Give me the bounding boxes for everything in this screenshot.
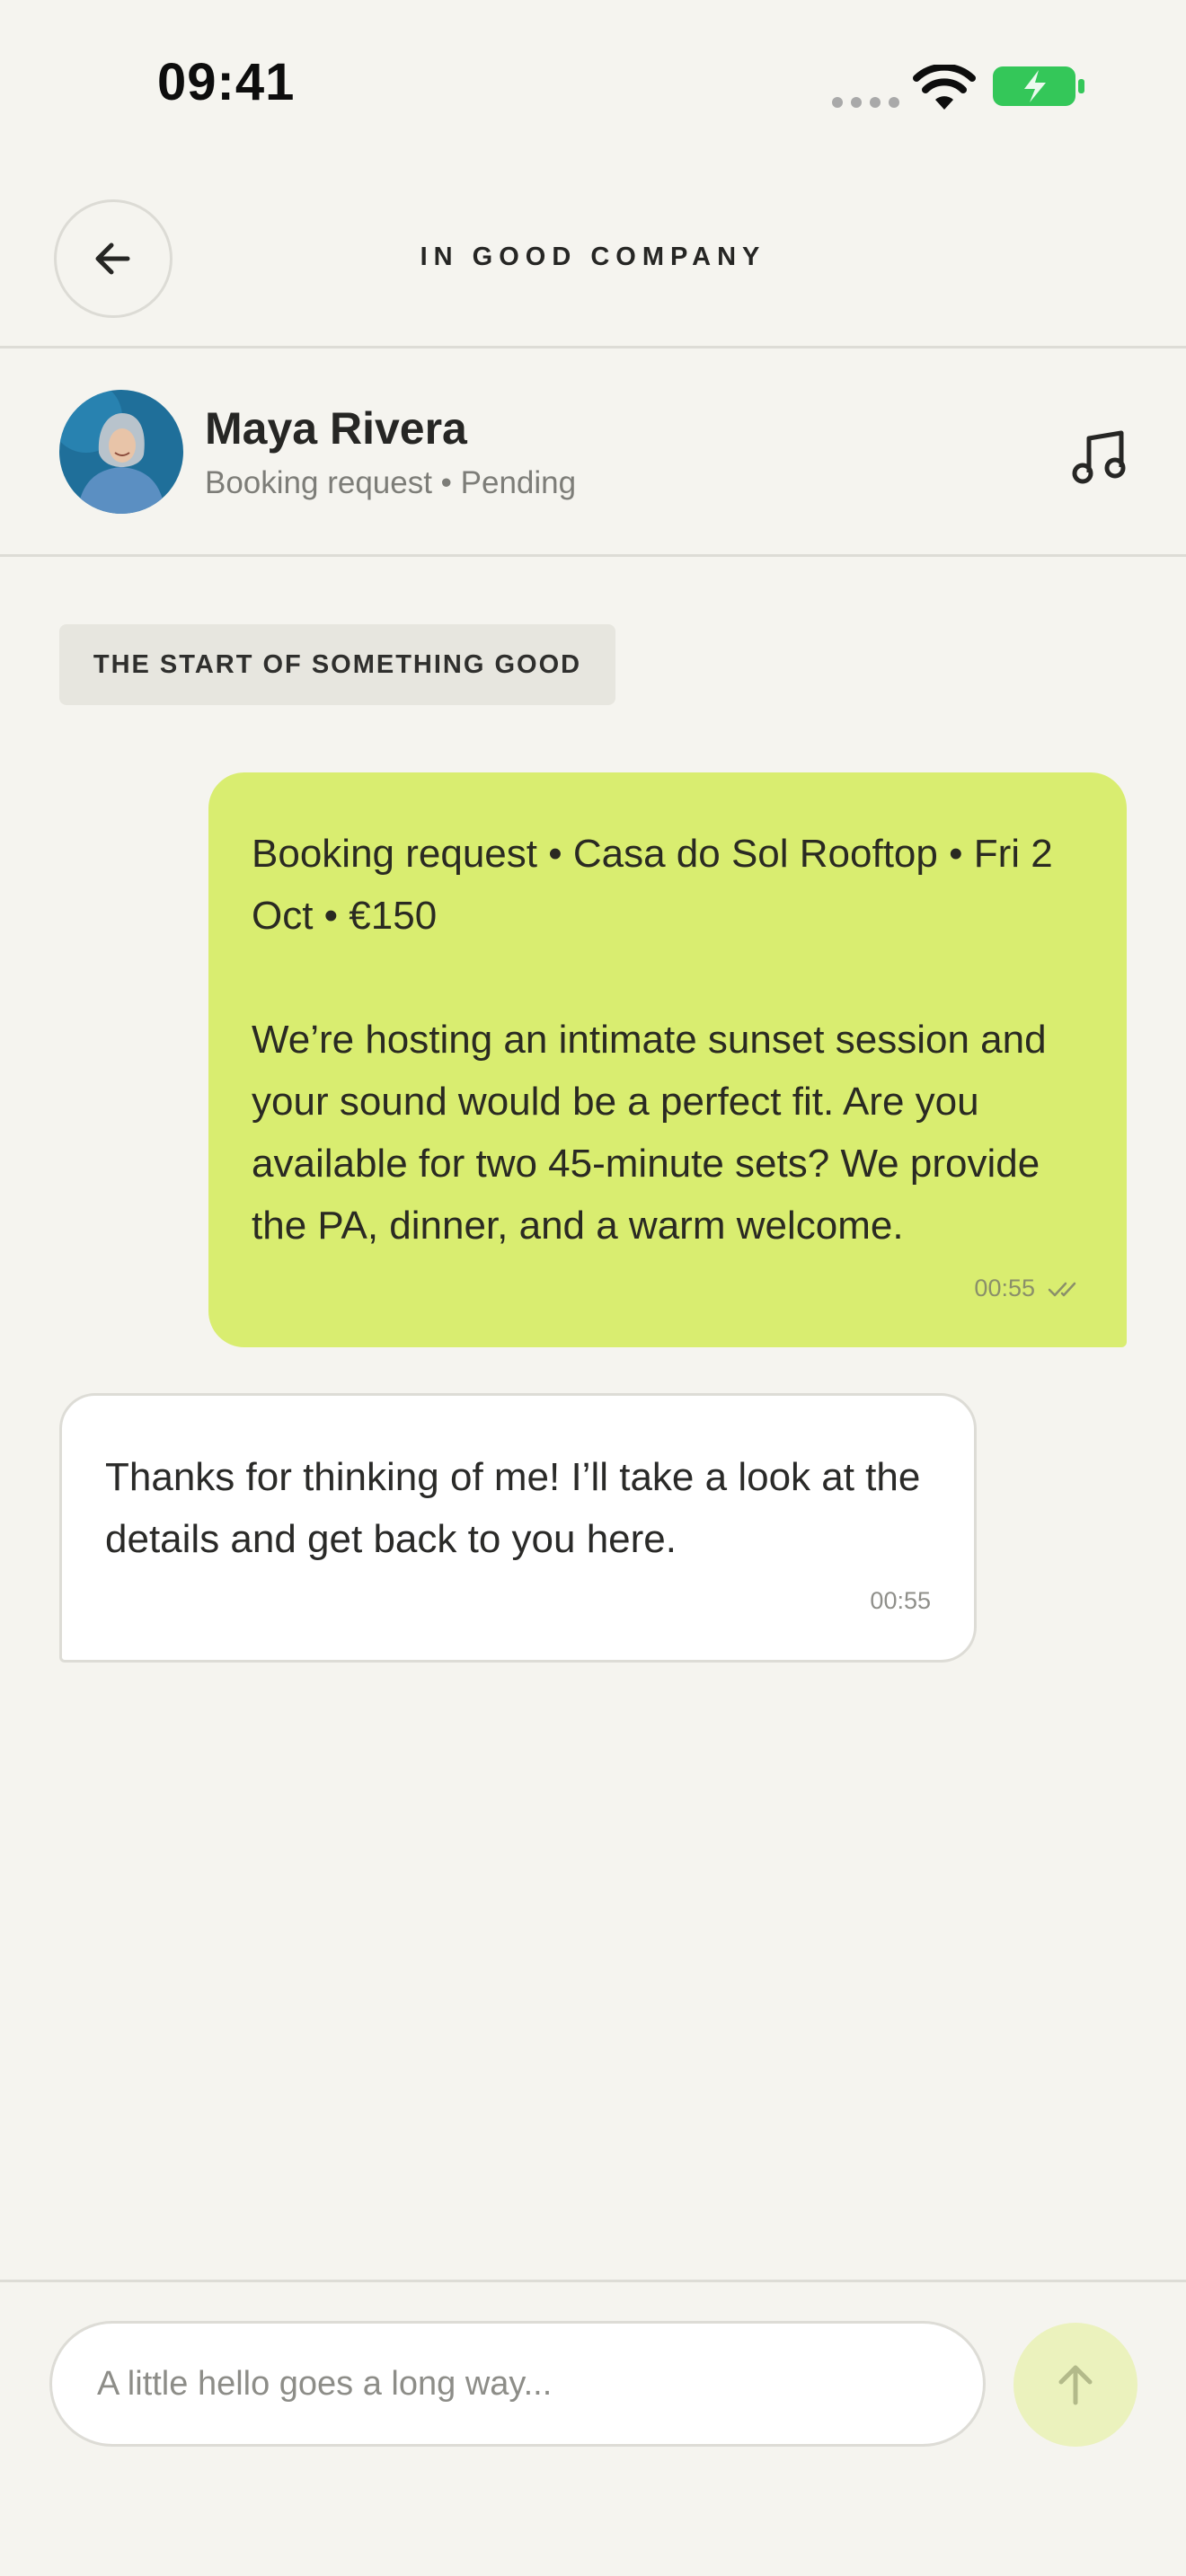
cellular-dots-icon — [832, 97, 899, 108]
incoming-message[interactable]: Thanks for thinking of me! I’ll take a l… — [59, 1393, 977, 1663]
app-title: IN GOOD COMPANY — [420, 243, 766, 271]
music-note-icon[interactable] — [1069, 426, 1130, 487]
status-time: 09:41 — [157, 53, 296, 111]
message-text: Thanks for thinking of me! I’ll take a l… — [105, 1455, 921, 1561]
avatar[interactable] — [59, 390, 183, 514]
composer — [0, 2280, 1186, 2576]
double-check-icon — [1048, 1282, 1076, 1296]
message-text: Booking request • Casa do Sol Rooftop • … — [252, 832, 1053, 1248]
message-meta: 00:55 — [974, 1275, 1084, 1302]
send-button[interactable] — [1013, 2323, 1137, 2447]
contact-header: Maya Rivera Booking request • Pending — [0, 348, 1186, 557]
wifi-icon — [913, 65, 976, 110]
message-time: 00:55 — [974, 1275, 1035, 1301]
outgoing-message[interactable]: Booking request • Casa do Sol Rooftop • … — [208, 772, 1127, 1347]
app-header: IN GOOD COMPANY — [0, 171, 1186, 348]
status-bar: 09:41 — [0, 0, 1186, 171]
chat-area[interactable]: THE START OF SOMETHING GOOD Booking requ… — [0, 560, 1186, 2280]
message-input[interactable] — [49, 2321, 986, 2447]
arrow-up-icon — [1058, 2365, 1093, 2405]
message-time: 00:55 — [870, 1587, 931, 1614]
conversation-start-label: THE START OF SOMETHING GOOD — [59, 624, 615, 705]
battery-charging-icon — [993, 66, 1084, 106]
contact-status: Booking request • Pending — [205, 465, 577, 500]
contact-name: Maya Rivera — [205, 403, 467, 454]
